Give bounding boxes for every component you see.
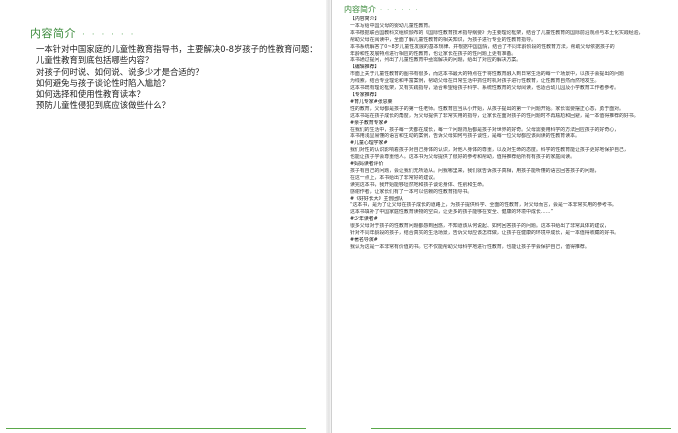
- right-line-22: 孩子有自己的问题，会让我们无所适从。问我哪里来，我们就告诉孩子真相，用孩子能听懂…: [350, 167, 600, 174]
- right-line-8: 市面上关于儿童性教育的图书有很多，而这本书最大的特点在于将性教育融入到日常生活的…: [350, 71, 624, 78]
- right-line-29: #少年读者#: [350, 216, 378, 223]
- right-line-15: #亲子教育专家#: [350, 119, 388, 126]
- right-bottom-rule: [371, 428, 671, 429]
- right-line-0: 【内容简介】: [350, 16, 380, 22]
- left-title-text: 内容简介: [30, 27, 76, 40]
- left-line-3: 如何避免与孩子谈论性时陷入尴尬？: [36, 77, 170, 88]
- right-line-13: 性的教育，父母都是孩子的第一任老师。性教育应当从小开始，从孩子提出的第一个问题开…: [350, 105, 624, 112]
- right-line-26: #《好好长大》主创团队: [350, 195, 404, 202]
- right-line-1: 一本写给中国父母的婴幼儿童性教育。: [350, 22, 434, 29]
- right-line-7: 【编辑推荐】: [350, 64, 380, 71]
- right-line-9: 为线索，结合专业理论和丰富案例，帮助父母在日常生活中抓住时机对孩子进行性教育，让…: [350, 78, 600, 85]
- right-line-31: 针对不同年龄段的孩子，结合真实的生活场景，告诉父母应该怎样做，让孩子在健康的环境…: [350, 230, 619, 237]
- right-line-19: 我们对性的认识影响着孩子对自己身体的认识，对他人身体的尊重，以及对生命的态度。科…: [350, 147, 629, 154]
- right-line-6: 本书通过提问，列出了儿童性教育中亟需解决的问题，给出了对应的解决方案。: [350, 57, 522, 64]
- left-section-title: 内容简介 · · · · · ·: [30, 25, 135, 41]
- right-title-text: 内容简介: [344, 5, 376, 14]
- left-page: 内容简介 · · · · · · 一本针对中国家庭的儿童性教育指导书，主要解决0-…: [0, 0, 326, 433]
- right-line-18: #儿童心理学家#: [350, 140, 388, 147]
- right-line-2: 本书根据联合国教科文组织颁布的《国际性教育技术指导纲要》为主要理论框架，结合了儿…: [350, 29, 644, 36]
- right-line-17: 本书用浅显易懂的语言和生动的案例，告诉父母如何与孩子谈性，是每一位父母都应该阅读…: [350, 133, 580, 140]
- right-line-27: “这本书，是为了让父母在孩子成长的道路上，为孩子提供科学、全面的性教育，对父母而…: [350, 202, 617, 209]
- right-line-16: 在我们的生活中，孩子每一天都在成长，每一个问题背后都是孩子对世界的好奇。父母需要…: [350, 126, 619, 133]
- left-bottom-rule: [6, 428, 306, 429]
- right-line-20: 也能让孩子学会尊重他人。这本书为父母提供了很好的参考和帮助，值得推荐给所有有孩子…: [350, 154, 575, 161]
- left-title-dots: · · · · · ·: [82, 30, 136, 40]
- right-line-28: 这本书填补了中国家庭性教育读物的空白，让更多的孩子能够在安全、健康的环境中成长……: [350, 209, 554, 216]
- right-line-25: 感谢作者，让家长们有了一本可以信赖的性教育指导书。: [350, 188, 473, 195]
- right-section-title: 内容简介 · · · · · ·: [344, 4, 419, 15]
- right-line-10: 这本书既有理论框架，又有实践指导，适合希望给孩子科学、系统性教育的父母阅读，也适…: [350, 85, 619, 92]
- left-line-0: 一本针对中国家庭的儿童性教育指导书，主要解决0-8岁孩子的性教育问题：: [36, 44, 318, 54]
- right-line-5: 年龄和性发展特点进行相应的性教育，也让家长在孩子的性问题上更有准备。: [350, 50, 517, 57]
- left-intro-text: 一本针对中国家庭的儿童性教育指导书，主要解决0-8岁孩子的性教育问题： 儿童性教…: [36, 44, 321, 112]
- right-line-21: #妈妈读者评价: [350, 161, 384, 168]
- right-line-30: 很多父母对于孩子的性教育问题都感到困惑，不知道该从何说起、如何回答孩子的问题。这…: [350, 223, 610, 230]
- right-line-3: 帮助父母在阅读中，全面了解儿童性教育的相关知识，为孩子进行专业的性教育指导。: [350, 36, 536, 43]
- right-line-32: #著名导演#: [350, 237, 378, 243]
- left-line-2: 对孩子何时说、如何说、说多少才是合适的？: [36, 66, 204, 77]
- right-title-dots: · · · · · ·: [380, 6, 420, 14]
- right-page: 内容简介 · · · · · · 【内容简介】 一本写给中国父母的婴幼儿童性教育。本…: [331, 0, 678, 433]
- right-body-text: 【内容简介】 一本写给中国父母的婴幼儿童性教育。 本书根据联合国教科文组织颁布的《国…: [350, 16, 672, 251]
- right-line-4: 本书系统解答了0~8岁儿童性发展的基本规律、并根据中国国情，结合了不同年龄阶段的…: [350, 43, 615, 50]
- right-line-12: #育儿专家#张思莱: [350, 98, 393, 105]
- left-line-5: 预防儿童性侵犯到底应该做些什么？: [36, 100, 170, 111]
- right-line-14: 这本书站在孩子成长的角度，为父母提供了非常实用的指导，让家长在面对孩子的性问题时…: [350, 112, 639, 119]
- right-line-23: 在这一点上，本书给出了非常好的建议。: [350, 174, 439, 181]
- right-line-33: 我认为这是一本非常有价值的书。它不仅能帮助父母科学地进行性教育，也能让孩子学会保…: [350, 243, 590, 250]
- right-line-11: 【专家推荐】: [350, 91, 380, 98]
- left-line-4: 如何选择和使用性教育读本？: [36, 89, 145, 100]
- left-line-1: 儿童性教育到底包括哪些内容？: [36, 55, 154, 66]
- right-line-24: 读完这本书，我开始能够坦然地和孩子谈论身体、性别和生命。: [350, 181, 487, 188]
